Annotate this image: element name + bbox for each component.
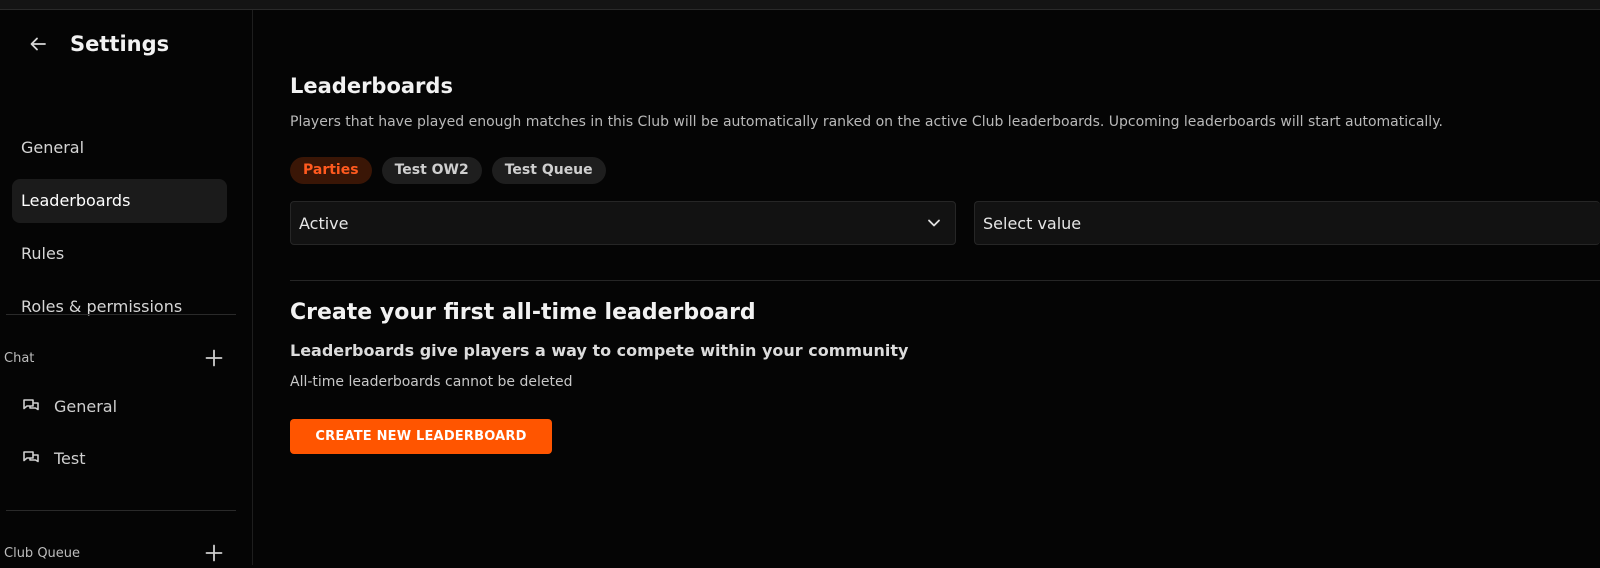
plus-icon	[205, 544, 223, 562]
add-club-queue-button[interactable]	[202, 541, 226, 565]
value-select[interactable]: Select value	[974, 201, 1600, 245]
empty-state-title: Create your first all-time leaderboard	[290, 300, 756, 325]
status-select-value: Active	[299, 213, 349, 233]
leaderboard-filter-chips: Parties Test OW2 Test Queue	[290, 157, 606, 184]
club-queue-section-label: Club Queue	[4, 545, 81, 561]
sidebar-item-roles-permissions[interactable]: Roles & permissions	[12, 285, 227, 329]
page-description: Players that have played enough matches …	[290, 114, 1443, 130]
sidebar-item-rules[interactable]: Rules	[12, 232, 227, 276]
chat-section-label: Chat	[4, 350, 35, 366]
plus-icon	[205, 349, 223, 367]
chat-bubbles-icon	[22, 449, 40, 467]
page-title: Leaderboards	[290, 74, 453, 98]
chat-bubbles-icon	[22, 397, 40, 415]
settings-sidebar: Settings General Leaderboards Rules Role…	[0, 10, 253, 565]
channel-general[interactable]: General	[22, 392, 117, 420]
window-top-bar	[0, 0, 1600, 10]
club-queue-section-header: Club Queue	[4, 538, 226, 568]
chevron-down-icon	[928, 219, 940, 227]
sidebar-title: Settings	[70, 32, 170, 56]
section-divider	[290, 280, 1600, 281]
empty-state-note: All-time leaderboards cannot be deleted	[290, 374, 573, 390]
empty-state-subtitle: Leaderboards give players a way to compe…	[290, 341, 909, 360]
channel-label: Test	[54, 448, 86, 468]
sidebar-divider	[6, 314, 236, 315]
add-chat-channel-button[interactable]	[202, 346, 226, 370]
channel-label: General	[54, 396, 118, 416]
sidebar-header: Settings	[26, 28, 169, 60]
status-select[interactable]: Active	[290, 201, 956, 245]
create-new-leaderboard-button[interactable]: CREATE NEW LEADERBOARD	[290, 419, 552, 454]
leaderboards-panel: Leaderboards Players that have played en…	[254, 10, 1600, 565]
chip-parties[interactable]: Parties	[290, 157, 372, 184]
value-select-placeholder: Select value	[983, 213, 1082, 233]
arrow-left-icon	[30, 37, 46, 51]
chip-test-queue[interactable]: Test Queue	[491, 157, 606, 184]
sidebar-item-general[interactable]: General	[12, 126, 227, 170]
back-button[interactable]	[26, 32, 50, 56]
channel-test[interactable]: Test	[22, 444, 86, 472]
settings-nav: General Leaderboards Rules Roles & permi…	[12, 126, 227, 338]
sidebar-divider	[6, 510, 236, 511]
sidebar-item-leaderboards[interactable]: Leaderboards	[12, 179, 227, 223]
chip-test-ow2[interactable]: Test OW2	[381, 157, 482, 184]
chat-section-header: Chat	[4, 343, 226, 373]
